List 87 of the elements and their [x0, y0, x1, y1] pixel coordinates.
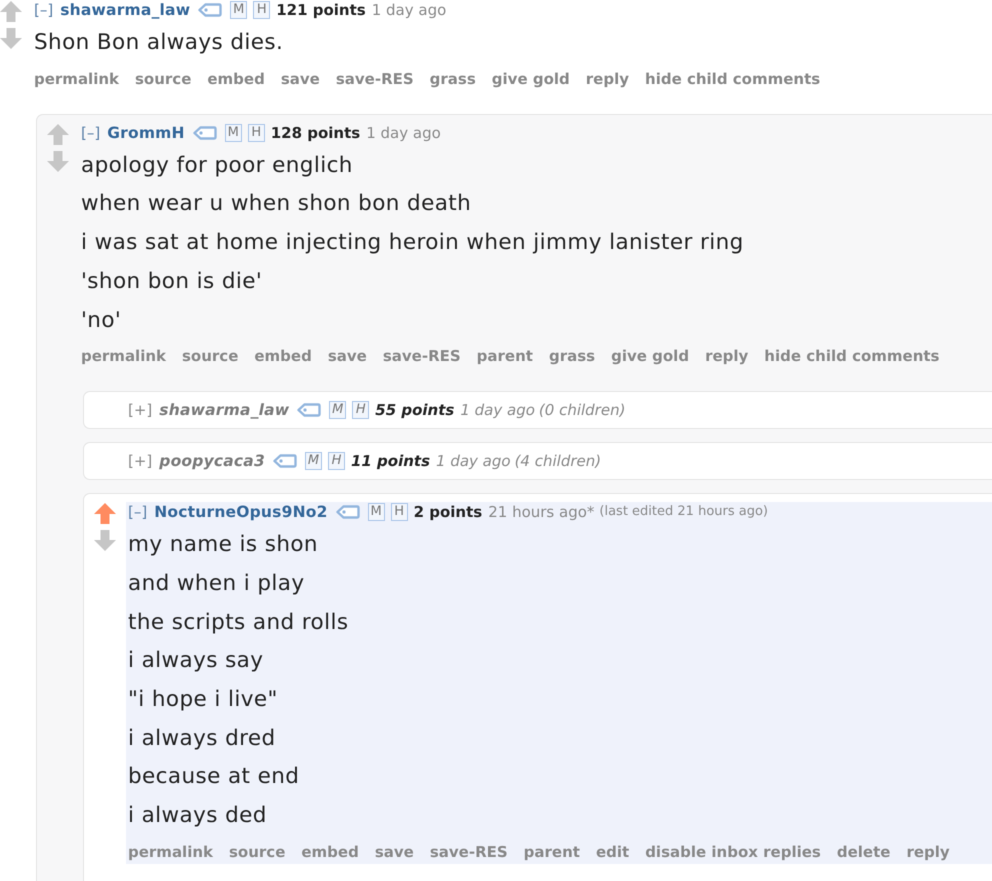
comment-text: i always ded	[128, 802, 268, 830]
author-link[interactable]: poopycaca3	[159, 451, 265, 472]
toggle-link[interactable]: [+]	[128, 451, 152, 472]
action-link[interactable]: grass	[430, 68, 476, 89]
user-tool-button[interactable]: H	[248, 124, 265, 142]
action-link[interactable]: save-RES	[382, 346, 461, 366]
user-tool-button[interactable]: H	[328, 452, 345, 470]
timestamp-text: 1 day ago	[460, 400, 535, 420]
author-link[interactable]: shawarma_law	[60, 0, 190, 20]
tag-icon[interactable]	[297, 403, 322, 418]
toggle-link[interactable]: [–]	[128, 502, 148, 522]
upvote-arrow-icon[interactable]	[94, 503, 116, 524]
action-link[interactable]: parent	[476, 346, 533, 366]
score-text: 55 points	[375, 400, 454, 420]
timestamp-text: 21 hours ago*	[488, 502, 594, 522]
comment-text: i was sat at home injecting heroin when jimmy lanister ring	[81, 229, 745, 258]
user-tool-button[interactable]: M	[329, 401, 346, 420]
action-link[interactable]: disable inbox replies	[645, 842, 821, 862]
upvote-arrow-icon[interactable]	[47, 124, 69, 145]
action-link[interactable]: give gold	[611, 346, 690, 366]
timestamp-text: 1 day ago	[372, 0, 446, 20]
timestamp-text: 1 day ago	[436, 451, 511, 472]
comment-text: my name is shon	[128, 531, 319, 560]
action-link[interactable]: embed	[254, 346, 312, 366]
action-link[interactable]: save	[374, 842, 414, 862]
comment-text: and when i play	[128, 570, 306, 598]
author-link[interactable]: GrommH	[107, 122, 185, 143]
score-text: 2 points	[414, 502, 482, 522]
upvote-arrow-icon[interactable]	[0, 1, 22, 22]
action-link[interactable]: give gold	[492, 68, 570, 89]
action-link[interactable]: save	[280, 68, 320, 89]
action-link[interactable]: embed	[301, 842, 359, 862]
comment-text: 'no'	[81, 306, 122, 335]
comment-text: "i hope i live"	[128, 686, 279, 714]
action-link[interactable]: permalink	[34, 68, 119, 89]
user-tool-button[interactable]: H	[352, 401, 370, 420]
comment-text: 'shon bon is die'	[81, 268, 264, 296]
comment-text: because at end	[128, 763, 300, 792]
author-link[interactable]: NocturneOpus9No2	[154, 502, 328, 522]
toggle-link[interactable]: [–]	[81, 122, 100, 143]
comment-text: Shon Bon always dies.	[34, 29, 284, 57]
action-link[interactable]: save	[328, 346, 367, 366]
score-text: 128 points	[270, 122, 360, 143]
score-text: 121 points	[276, 0, 366, 20]
user-tool-button[interactable]: M	[224, 124, 242, 142]
toggle-link[interactable]: [+]	[128, 400, 152, 420]
downvote-arrow-icon[interactable]	[47, 150, 69, 172]
action-link[interactable]: reply	[906, 842, 950, 862]
action-link[interactable]: parent	[524, 842, 580, 862]
action-link[interactable]: edit	[596, 842, 630, 862]
user-tool-button[interactable]: H	[390, 503, 408, 522]
action-link[interactable]: save-RES	[430, 842, 508, 862]
action-link[interactable]: embed	[207, 68, 265, 89]
toggle-link[interactable]: [–]	[34, 0, 54, 20]
comment-text: when wear u when shon bon death	[81, 190, 472, 218]
tag-icon[interactable]	[192, 126, 217, 140]
edited-note-text: (last edited 21 hours ago)	[599, 503, 768, 522]
comment-text: apology for poor englich	[81, 152, 354, 180]
action-link[interactable]: delete	[836, 842, 890, 862]
action-link[interactable]: hide child comments	[645, 68, 820, 89]
downvote-arrow-icon[interactable]	[0, 28, 22, 49]
author-link[interactable]: shawarma_law	[159, 400, 290, 420]
timestamp-text: 1 day ago	[366, 122, 441, 143]
user-tool-button[interactable]: M	[230, 1, 248, 19]
score-text: 11 points	[350, 451, 430, 472]
action-link[interactable]: hide child comments	[764, 346, 940, 366]
action-link[interactable]: save-RES	[336, 68, 414, 89]
user-tool-button[interactable]: H	[253, 1, 270, 19]
action-link[interactable]: permalink	[128, 842, 213, 862]
downvote-arrow-icon[interactable]	[94, 530, 116, 552]
comment-text: the scripts and rolls	[128, 608, 350, 637]
comment-text: i always say	[128, 647, 264, 676]
user-tool-button[interactable]: M	[304, 452, 322, 470]
action-link[interactable]: source	[229, 842, 286, 862]
action-link[interactable]: source	[135, 68, 192, 89]
tag-icon[interactable]	[272, 454, 297, 468]
user-tool-button[interactable]: M	[368, 503, 385, 522]
child-count-text: (0 children)	[538, 400, 626, 420]
comment-text: i always dred	[128, 724, 277, 753]
action-link[interactable]: reply	[586, 68, 630, 89]
tag-icon[interactable]	[336, 505, 360, 520]
action-link[interactable]: grass	[548, 346, 596, 366]
child-count-text: (4 children)	[514, 451, 602, 472]
tag-icon[interactable]	[198, 3, 222, 17]
action-link[interactable]: source	[182, 346, 238, 366]
action-link[interactable]: reply	[705, 346, 748, 366]
action-link[interactable]: permalink	[81, 346, 166, 366]
